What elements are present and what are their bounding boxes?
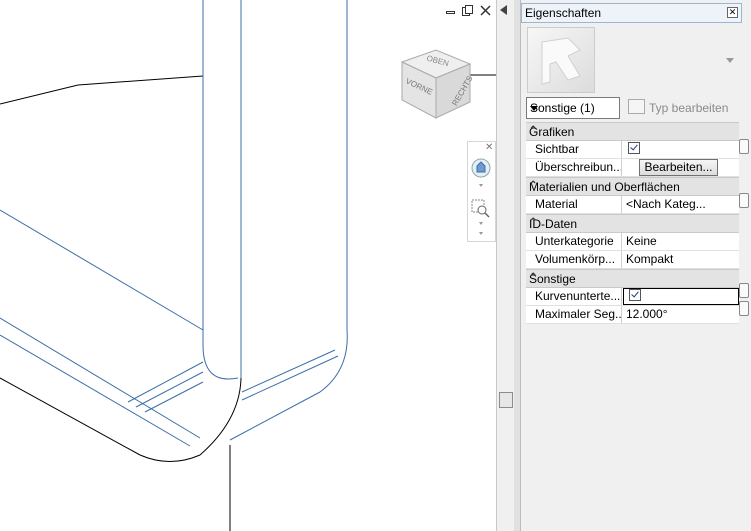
property-row-sichtbar[interactable]: Sichtbar: [526, 141, 739, 159]
row-edit-handle[interactable]: [739, 139, 749, 154]
property-row-material[interactable]: Material <Nach Kateg...: [526, 196, 739, 214]
property-label: Maximaler Seg...: [526, 306, 622, 323]
scrollbar-thumb[interactable]: [499, 392, 513, 408]
preview-dropdown-icon[interactable]: [726, 58, 734, 63]
chevron-down-icon: [530, 106, 538, 111]
navigation-bar: ✕: [467, 141, 496, 242]
type-selector[interactable]: Sonstige (1): [526, 97, 620, 119]
navbar-close-icon[interactable]: ✕: [485, 142, 493, 153]
zoom-icon[interactable]: [471, 198, 491, 241]
steering-wheel-icon[interactable]: [471, 156, 491, 193]
property-label: Überschreibun...: [526, 159, 622, 176]
type-preview-image: [527, 27, 595, 93]
property-label: Material: [526, 196, 622, 213]
property-value[interactable]: [623, 141, 739, 158]
edit-type-label: Typ bearbeiten: [649, 101, 729, 115]
property-value[interactable]: Kompakt: [623, 251, 739, 268]
close-icon[interactable]: [480, 5, 491, 19]
property-label: Kurvenunterte...: [526, 288, 622, 305]
viewcube[interactable]: OBEN VORNE RECHTS: [396, 44, 476, 127]
section-grafiken[interactable]: Grafiken ⌃: [526, 122, 739, 141]
checkbox-checked[interactable]: [628, 142, 640, 154]
collapse-icon[interactable]: ⌃: [529, 180, 735, 191]
property-row-ueberschreibungen[interactable]: Überschreibun... Bearbeiten...: [526, 159, 739, 177]
properties-panel: Eigenschaften ✕ Sonstige (1) Typ bearbei…: [520, 0, 751, 531]
vertical-scrollbar[interactable]: [496, 0, 514, 531]
panel-close-icon[interactable]: ✕: [727, 7, 738, 18]
property-value: Bearbeiten...: [623, 159, 739, 176]
panel-title: Eigenschaften: [525, 6, 602, 20]
edit-type-icon: [628, 99, 645, 114]
row-edit-handle[interactable]: [739, 301, 749, 316]
property-value[interactable]: [623, 288, 739, 305]
section-materialien[interactable]: Materialien und Oberflächen ⌃: [526, 177, 739, 196]
row-edit-handle[interactable]: [739, 193, 749, 208]
section-sonstige[interactable]: Sonstige ⌃: [526, 269, 739, 288]
edit-type-button[interactable]: Typ bearbeiten: [628, 99, 728, 115]
properties-title-bar: Eigenschaften ✕: [521, 3, 742, 23]
restore-icon[interactable]: [446, 5, 456, 18]
property-row-unterkategorie[interactable]: Unterkategorie Keine: [526, 233, 739, 251]
property-value[interactable]: 12.000°: [623, 306, 739, 323]
property-value[interactable]: <Nach Kateg...: [623, 196, 739, 213]
property-label: Unterkategorie: [526, 233, 622, 250]
property-row-volumenkoerper[interactable]: Volumenkörp... Kompakt: [526, 251, 739, 269]
drawing-viewport[interactable]: OBEN VORNE RECHTS ✕: [0, 0, 496, 531]
properties-grid: Grafiken ⌃ Sichtbar Überschreibun... Bea…: [526, 122, 739, 324]
collapse-icon[interactable]: ⌃: [529, 125, 735, 136]
property-value[interactable]: Keine: [623, 233, 739, 250]
collapse-icon[interactable]: ⌃: [529, 272, 735, 283]
type-selector-value: Sonstige (1): [530, 101, 595, 115]
property-row-maximaler-segment[interactable]: Maximaler Seg... 12.000°: [526, 306, 739, 324]
collapse-icon[interactable]: ⌃: [529, 217, 735, 228]
checkbox-checked[interactable]: [629, 289, 641, 301]
property-label: Volumenkörp...: [526, 251, 622, 268]
bearbeiten-button[interactable]: Bearbeiten...: [639, 159, 718, 176]
scroll-left-icon[interactable]: [500, 5, 507, 15]
row-edit-handle[interactable]: [739, 283, 749, 298]
property-label: Sichtbar: [526, 141, 622, 158]
property-row-kurvenunterteilung[interactable]: Kurvenunterte...: [526, 288, 739, 306]
section-id-daten[interactable]: ID-Daten ⌃: [526, 214, 739, 233]
tile-icon[interactable]: [462, 5, 473, 19]
